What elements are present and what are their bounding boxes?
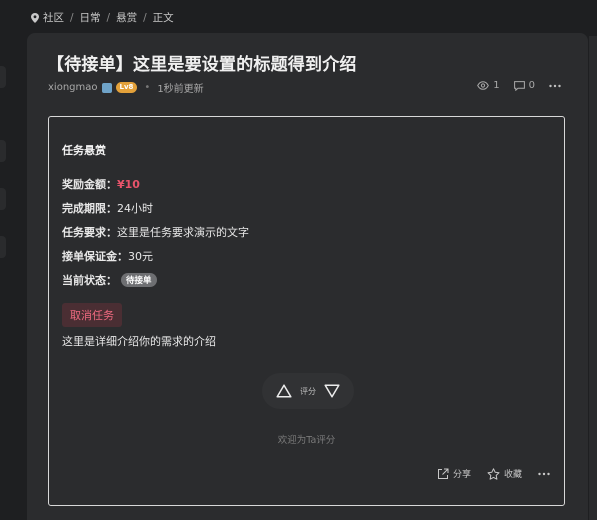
deadline-value: 24小时: [117, 202, 153, 215]
breadcrumb: 社区 / 日常 / 悬赏 / 正文: [31, 10, 174, 25]
favorite-button[interactable]: 收藏: [487, 467, 522, 480]
breadcrumb-separator: /: [106, 11, 111, 24]
reward-row: 奖励金额： ¥10: [62, 176, 140, 192]
breadcrumb-community[interactable]: 社区: [43, 10, 64, 25]
downvote-icon[interactable]: [324, 384, 340, 398]
comments-count: 0: [528, 80, 535, 91]
task-heading: 任务悬赏: [62, 144, 106, 157]
eye-icon: [477, 81, 490, 90]
reward-value: ¥10: [117, 177, 140, 191]
verified-badge-icon: [101, 82, 112, 93]
sidebar-edge: [0, 236, 6, 258]
level-badge: Lv8: [115, 82, 138, 93]
breadcrumb-daily[interactable]: 日常: [80, 10, 101, 25]
more-menu-button[interactable]: [549, 84, 561, 88]
more-dots-icon: [549, 84, 561, 87]
location-pin-icon: [31, 12, 39, 23]
breadcrumb-separator: /: [70, 11, 74, 24]
meta-separator: •: [144, 82, 151, 93]
requirement-label: 任务要求：: [62, 226, 117, 239]
deadline-label: 完成期限：: [62, 202, 117, 215]
deadline-row: 完成期限： 24小时: [62, 200, 153, 216]
rating-label: 评分: [300, 386, 316, 396]
breadcrumb-separator: /: [143, 11, 147, 24]
post-time: 1秒前更新: [157, 84, 204, 95]
favorite-label: 收藏: [503, 470, 522, 480]
task-description: 这里是详细介绍你的需求的介绍: [62, 335, 216, 348]
more-actions-button[interactable]: [538, 472, 550, 476]
views-count: 1: [493, 80, 500, 91]
status-label: 当前状态：: [62, 274, 117, 287]
rating-prompt: 欢迎为Ta评分: [277, 435, 336, 446]
sidebar-edge: [0, 140, 6, 162]
comments-stat[interactable]: 0: [513, 80, 535, 91]
post-meta: xiongmao Lv8 • 1秒前更新: [48, 80, 204, 95]
page-title: 【待接单】这里是要设置的标题得到介绍: [47, 55, 357, 75]
share-label: 分享: [452, 470, 471, 480]
more-dots-icon: [538, 472, 550, 475]
requirement-value: 这里是任务要求演示的文字: [117, 226, 249, 239]
star-icon: [487, 467, 500, 480]
status-badge: 待接单: [121, 273, 157, 287]
rating-control: 评分: [262, 373, 354, 409]
post-content: 任务悬赏 奖励金额： ¥10 完成期限： 24小时 任务要求： 这里是任务要求演…: [48, 116, 565, 506]
sidebar-edge: [0, 188, 6, 210]
views-stat: 1: [477, 80, 500, 91]
post-stats: 1 0: [477, 80, 561, 91]
deposit-label: 接单保证金：: [62, 250, 128, 263]
deposit-value: 30元: [128, 250, 153, 263]
cancel-task-button[interactable]: 取消任务: [62, 303, 122, 327]
deposit-row: 接单保证金： 30元: [62, 248, 153, 264]
reward-label: 奖励金额：: [62, 178, 117, 191]
status-row: 当前状态： 待接单: [62, 272, 157, 288]
post-actions: 分享 收藏: [437, 467, 550, 480]
breadcrumb-bounty[interactable]: 悬赏: [116, 10, 137, 25]
requirement-row: 任务要求： 这里是任务要求演示的文字: [62, 224, 249, 240]
author-name[interactable]: xiongmao: [48, 82, 98, 93]
sidebar-edge: [0, 66, 6, 88]
breadcrumb-current: 正文: [152, 12, 174, 24]
upvote-icon[interactable]: [276, 384, 292, 398]
right-panel-edge: [589, 36, 597, 520]
comment-icon: [513, 80, 525, 91]
share-button[interactable]: 分享: [437, 467, 471, 480]
share-icon: [437, 468, 449, 479]
